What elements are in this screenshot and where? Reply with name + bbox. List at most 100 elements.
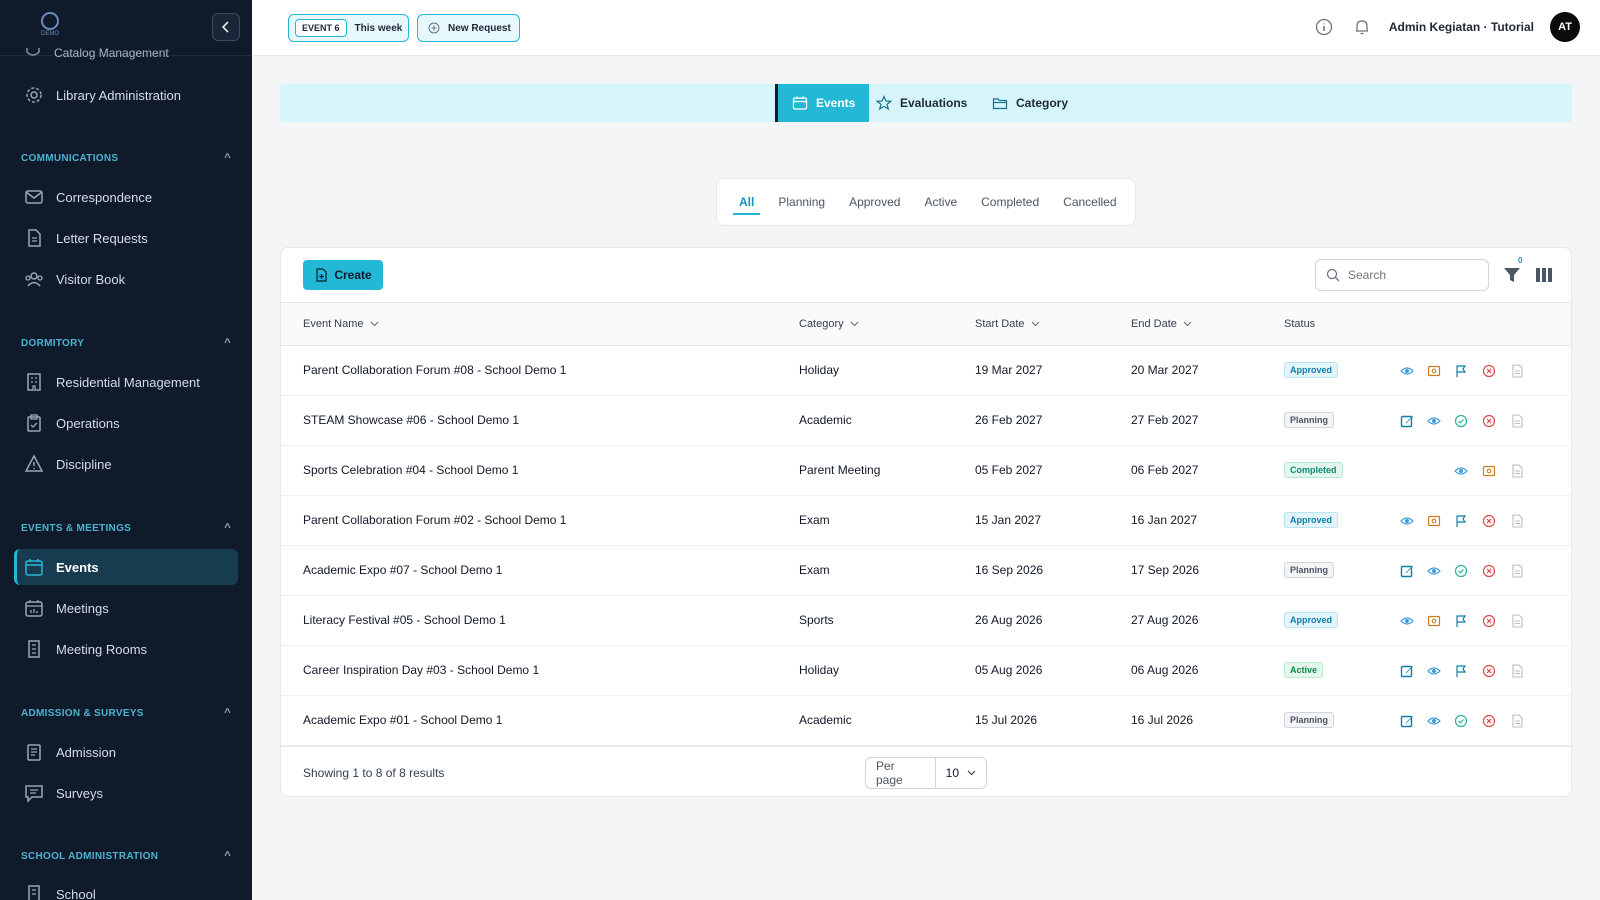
eye-icon[interactable] bbox=[1399, 363, 1415, 379]
edit-icon[interactable] bbox=[1399, 413, 1415, 429]
per-page-value[interactable]: 10 bbox=[936, 766, 986, 780]
document-icon[interactable] bbox=[1509, 363, 1525, 379]
report-icon[interactable] bbox=[1426, 513, 1442, 529]
tab-evaluations[interactable]: Evaluations bbox=[862, 84, 981, 122]
sidebar-item-visitor-book[interactable]: Visitor Book bbox=[14, 261, 238, 297]
eye-icon[interactable] bbox=[1426, 663, 1442, 679]
table-row[interactable]: Career Inspiration Day #03 - School Demo… bbox=[281, 646, 1571, 696]
table-row[interactable]: Parent Collaboration Forum #08 - School … bbox=[281, 346, 1571, 396]
bell-icon[interactable] bbox=[1351, 16, 1373, 38]
document-icon[interactable] bbox=[1509, 563, 1525, 579]
tab-events[interactable]: Events bbox=[775, 84, 870, 122]
filter-icon[interactable] bbox=[1503, 266, 1521, 284]
cancel-circle-icon[interactable] bbox=[1481, 613, 1497, 629]
check-circle-icon[interactable] bbox=[1453, 413, 1469, 429]
status-tab-completed[interactable]: Completed bbox=[969, 179, 1051, 225]
table-row[interactable]: Academic Expo #07 - School Demo 1 Exam 16 … bbox=[281, 546, 1571, 596]
section-admission-surveys[interactable]: ADMISSION & SURVEYS ^ bbox=[21, 707, 231, 719]
sidebar-item-school[interactable]: School bbox=[14, 876, 238, 900]
flag-icon[interactable] bbox=[1453, 363, 1469, 379]
sidebar-item-operations[interactable]: Operations bbox=[14, 405, 238, 441]
document-icon[interactable] bbox=[1509, 713, 1525, 729]
sidebar-item-events[interactable]: Events bbox=[14, 549, 238, 585]
table-row[interactable]: Parent Collaboration Forum #02 - School … bbox=[281, 496, 1571, 546]
status-tab-all[interactable]: All bbox=[727, 179, 766, 225]
check-circle-icon[interactable] bbox=[1453, 563, 1469, 579]
report-icon[interactable] bbox=[1426, 613, 1442, 629]
sidebar-item-discipline[interactable]: Discipline bbox=[14, 446, 238, 482]
eye-icon[interactable] bbox=[1399, 613, 1415, 629]
event-week-pill[interactable]: EVENT 6 This week bbox=[288, 14, 410, 42]
column-header-event-name[interactable]: Event Name bbox=[303, 318, 379, 330]
document-icon[interactable] bbox=[1509, 613, 1525, 629]
collapse-sidebar-button[interactable] bbox=[212, 13, 240, 41]
app-logo[interactable]: DEMO bbox=[34, 12, 66, 38]
status-tab-cancelled[interactable]: Cancelled bbox=[1051, 179, 1128, 225]
flag-icon[interactable] bbox=[1453, 663, 1469, 679]
section-school-administration[interactable]: SCHOOL ADMINISTRATION ^ bbox=[21, 850, 231, 862]
eye-icon[interactable] bbox=[1453, 463, 1469, 479]
document-icon[interactable] bbox=[1509, 463, 1525, 479]
sidebar-item-surveys[interactable]: Surveys bbox=[14, 775, 238, 811]
eye-icon[interactable] bbox=[1399, 513, 1415, 529]
table-row[interactable]: STEAM Showcase #06 - School Demo 1 Academ… bbox=[281, 396, 1571, 446]
user-name[interactable]: Admin Kegiatan · Tutorial bbox=[1389, 20, 1534, 34]
sidebar-item-correspondence[interactable]: Correspondence bbox=[14, 179, 238, 215]
table-row[interactable]: Academic Expo #01 - School Demo 1 Academi… bbox=[281, 696, 1571, 746]
document-icon[interactable] bbox=[1509, 513, 1525, 529]
cancel-circle-icon[interactable] bbox=[1481, 563, 1497, 579]
table-row[interactable]: Sports Celebration #04 - School Demo 1 Pa… bbox=[281, 446, 1571, 496]
cancel-circle-icon[interactable] bbox=[1481, 413, 1497, 429]
document-icon[interactable] bbox=[1509, 413, 1525, 429]
section-dormitory[interactable]: DORMITORY ^ bbox=[21, 337, 231, 349]
cancel-circle-icon[interactable] bbox=[1481, 363, 1497, 379]
columns-icon[interactable] bbox=[1535, 266, 1553, 284]
sidebar-item-meetings[interactable]: Meetings bbox=[14, 590, 238, 626]
sidebar-item-admission[interactable]: Admission bbox=[14, 734, 238, 770]
end-date-cell: 06 Feb 2027 bbox=[1131, 463, 1199, 477]
status-tab-approved[interactable]: Approved bbox=[837, 179, 912, 225]
avatar[interactable]: AT bbox=[1550, 12, 1580, 42]
sidebar-item-catalog-management[interactable]: Catalog Management bbox=[24, 46, 169, 60]
sidebar-item-label: Operations bbox=[56, 415, 120, 431]
gear-icon bbox=[26, 87, 42, 103]
header-right: Admin Kegiatan · Tutorial AT bbox=[1313, 12, 1580, 42]
document-icon[interactable] bbox=[1509, 663, 1525, 679]
sidebar-item-residential-management[interactable]: Residential Management bbox=[14, 364, 238, 400]
star-icon bbox=[876, 95, 892, 111]
status-tab-planning[interactable]: Planning bbox=[766, 179, 837, 225]
sidebar-item-letter-requests[interactable]: Letter Requests bbox=[14, 220, 238, 256]
eye-icon[interactable] bbox=[1426, 563, 1442, 579]
new-request-button[interactable]: New Request bbox=[417, 14, 520, 42]
column-header-end-date[interactable]: End Date bbox=[1131, 318, 1192, 330]
table-footer: Showing 1 to 8 of 8 results Per page 10 bbox=[281, 746, 1571, 796]
info-icon[interactable] bbox=[1313, 16, 1335, 38]
report-icon[interactable] bbox=[1426, 363, 1442, 379]
cancel-circle-icon[interactable] bbox=[1481, 513, 1497, 529]
report-icon[interactable] bbox=[1481, 463, 1497, 479]
eye-icon[interactable] bbox=[1426, 713, 1442, 729]
column-header-start-date[interactable]: Start Date bbox=[975, 318, 1040, 330]
check-circle-icon[interactable] bbox=[1453, 713, 1469, 729]
edit-icon[interactable] bbox=[1399, 663, 1415, 679]
sidebar-item-meeting-rooms[interactable]: Meeting Rooms bbox=[14, 631, 238, 667]
flag-icon[interactable] bbox=[1453, 513, 1469, 529]
status-badge: Approved bbox=[1284, 362, 1339, 378]
cancel-circle-icon[interactable] bbox=[1481, 663, 1497, 679]
flag-icon[interactable] bbox=[1453, 613, 1469, 629]
create-button[interactable]: Create bbox=[303, 260, 383, 290]
per-page-select[interactable]: Per page 10 bbox=[865, 757, 987, 789]
edit-icon[interactable] bbox=[1399, 713, 1415, 729]
eye-icon[interactable] bbox=[1426, 413, 1442, 429]
section-events-meetings[interactable]: EVENTS & MEETINGS ^ bbox=[21, 522, 231, 534]
status-tab-active[interactable]: Active bbox=[912, 179, 969, 225]
sidebar-item-library-administration[interactable]: Library Administration bbox=[14, 77, 238, 113]
edit-icon[interactable] bbox=[1399, 563, 1415, 579]
chevron-down-icon bbox=[1031, 321, 1039, 327]
search-input[interactable] bbox=[1348, 268, 1468, 282]
table-row[interactable]: Literacy Festival #05 - School Demo 1 Spo… bbox=[281, 596, 1571, 646]
tab-category[interactable]: Category bbox=[978, 84, 1082, 122]
column-header-category[interactable]: Category bbox=[799, 318, 859, 330]
cancel-circle-icon[interactable] bbox=[1481, 713, 1497, 729]
section-communications[interactable]: COMMUNICATIONS ^ bbox=[21, 152, 231, 164]
